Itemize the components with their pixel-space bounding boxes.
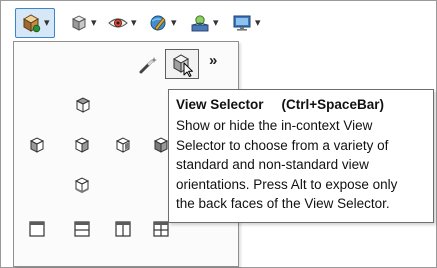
hide-show-items-button[interactable]: ▾ bbox=[107, 11, 137, 35]
tooltip-line: Selector to choose from a variety of bbox=[176, 137, 389, 153]
display-style-icon bbox=[69, 13, 89, 33]
right-view-icon bbox=[114, 136, 132, 154]
display-style-button[interactable]: ▾ bbox=[69, 11, 97, 35]
right-view-button[interactable] bbox=[114, 136, 132, 154]
view-settings-dropdown-arrow[interactable]: ▾ bbox=[255, 17, 261, 29]
edit-appearance-dropdown-arrow[interactable]: ▾ bbox=[171, 17, 177, 29]
tooltip-title: View Selector bbox=[176, 97, 264, 112]
bottom-view-button[interactable] bbox=[73, 176, 91, 194]
bottom-view-icon bbox=[73, 176, 91, 194]
view-selector-icon bbox=[170, 53, 196, 77]
edit-appearance-button[interactable]: ▾ bbox=[147, 11, 177, 35]
tooltip-line: the back faces of the View Selector. bbox=[176, 196, 390, 211]
tooltip-heading: View Selector (Ctrl+SpaceBar) bbox=[176, 97, 427, 112]
tooltip-shortcut: (Ctrl+SpaceBar) bbox=[281, 97, 384, 112]
two-view-horizontal-icon bbox=[73, 220, 91, 238]
top-view-icon bbox=[74, 96, 92, 114]
tooltip-line: standard and non-standard view bbox=[176, 157, 369, 172]
display-style-dropdown-arrow[interactable]: ▾ bbox=[91, 17, 97, 29]
single-view-button[interactable] bbox=[28, 220, 46, 238]
left-view-icon bbox=[28, 136, 46, 154]
view-selector-button[interactable] bbox=[165, 49, 199, 79]
two-view-horizontal-button[interactable] bbox=[73, 220, 91, 238]
single-view-icon bbox=[28, 220, 46, 238]
normal-to-button[interactable] bbox=[137, 54, 159, 76]
apply-scene-button[interactable]: ▾ bbox=[189, 11, 219, 35]
wand-icon bbox=[137, 54, 159, 76]
apply-scene-dropdown-arrow[interactable]: ▾ bbox=[213, 17, 219, 29]
window-frame: ▾ ▾ ▾ ▾ ▾ ▾ » View Selector (Ctrl+SpaceB… bbox=[0, 0, 437, 268]
hide-show-dropdown-arrow[interactable]: ▾ bbox=[131, 17, 137, 29]
tooltip-line: orientations. Press Alt to expose only bbox=[176, 176, 398, 192]
top-view-button[interactable] bbox=[74, 96, 92, 114]
view-settings-button[interactable]: ▾ bbox=[231, 11, 261, 35]
front-view-icon bbox=[73, 136, 91, 154]
view-orientation-icon bbox=[20, 12, 42, 34]
more-views-chevron[interactable]: » bbox=[209, 52, 217, 69]
view-selector-tooltip: View Selector (Ctrl+SpaceBar) Show or hid… bbox=[168, 89, 434, 223]
eye-icon bbox=[107, 13, 129, 33]
two-view-vertical-button[interactable] bbox=[114, 220, 132, 238]
view-orientation-dropdown-arrow[interactable]: ▾ bbox=[44, 17, 50, 29]
apply-scene-icon bbox=[189, 12, 211, 34]
tooltip-line: Show or hide the in-context View bbox=[176, 118, 373, 133]
edit-appearance-icon bbox=[147, 12, 169, 34]
left-view-button[interactable] bbox=[28, 136, 46, 154]
two-view-vertical-icon bbox=[114, 220, 132, 238]
front-view-button[interactable] bbox=[73, 136, 91, 154]
monitor-icon bbox=[231, 13, 253, 33]
tooltip-description: Show or hide the in-context View Selecto… bbox=[176, 116, 427, 214]
view-orientation-button[interactable]: ▾ bbox=[15, 8, 55, 38]
heads-up-view-toolbar: ▾ ▾ ▾ ▾ ▾ ▾ bbox=[5, 5, 425, 41]
